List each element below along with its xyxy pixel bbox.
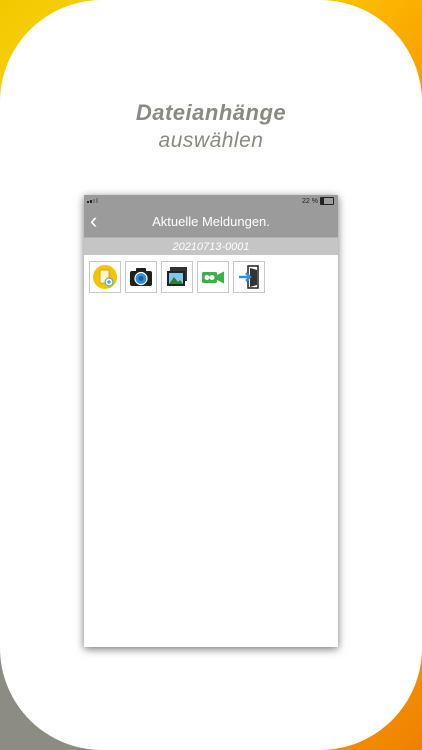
gallery-button[interactable]: [161, 261, 193, 293]
back-button[interactable]: ‹: [90, 210, 97, 232]
add-document-button[interactable]: [89, 261, 121, 293]
gallery-icon: [167, 267, 187, 286]
page-title: Aktuelle Meldungen.: [152, 214, 270, 229]
record-id-bar: 20210713-0001: [84, 237, 338, 255]
headline-line2: auswählen: [158, 129, 264, 152]
headline: Dateianhänge auswählen: [0, 100, 422, 153]
battery-icon: [320, 197, 334, 205]
decor-corner-bottom-right: [320, 648, 422, 750]
battery-indicator: 22 %: [302, 197, 334, 205]
status-bar: 22 %: [84, 195, 338, 206]
video-button[interactable]: [197, 261, 229, 293]
headline-line1: Dateianhänge: [135, 100, 287, 125]
camera-icon: [130, 268, 152, 286]
import-button[interactable]: [233, 261, 265, 293]
decor-corner-top-left: [0, 0, 102, 102]
import-door-icon: [239, 265, 259, 289]
battery-percent: 22 %: [302, 197, 318, 205]
document-add-icon: [93, 265, 117, 289]
phone-screen: 22 % ‹ Aktuelle Meldungen. 20210713-0001: [84, 195, 338, 647]
decor-corner-bottom-left: [0, 648, 102, 750]
camera-button[interactable]: [125, 261, 157, 293]
record-id: 20210713-0001: [172, 240, 250, 253]
video-camera-icon: [202, 271, 224, 284]
attachment-toolbar: [84, 255, 338, 299]
signal-icon: [87, 198, 98, 203]
nav-bar: ‹ Aktuelle Meldungen.: [84, 206, 338, 237]
decor-corner-top-right: [320, 0, 422, 102]
